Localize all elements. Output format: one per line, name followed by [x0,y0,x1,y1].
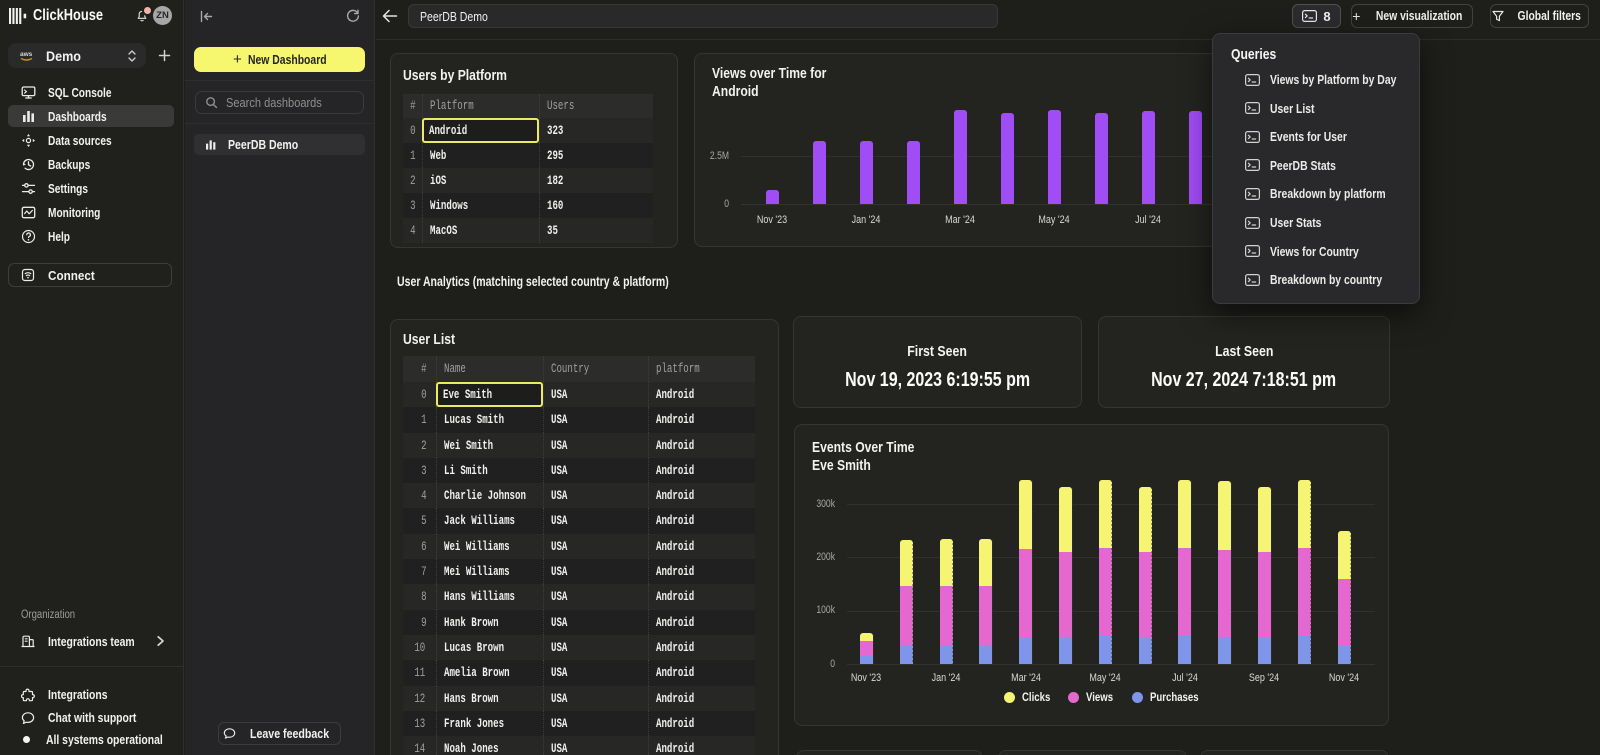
svg-text:aws: aws [20,51,33,58]
